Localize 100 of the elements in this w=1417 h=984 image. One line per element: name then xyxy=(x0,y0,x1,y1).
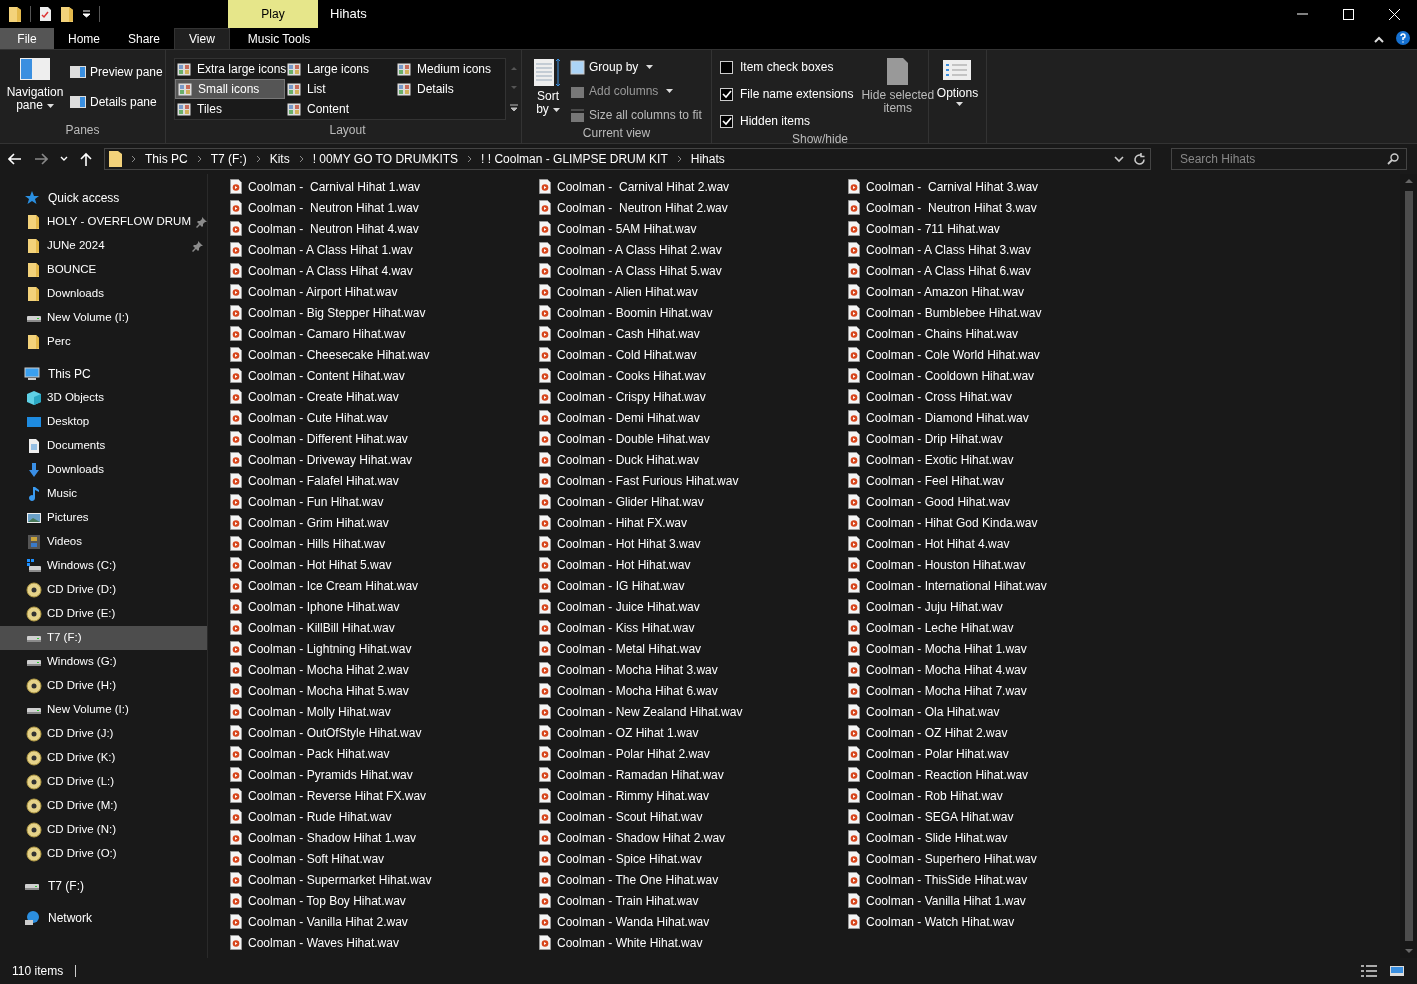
nav-section[interactable]: Quick access xyxy=(0,186,207,210)
file-item[interactable]: Coolman - Feel Hihat.wav xyxy=(848,470,1157,491)
nav-item[interactable]: Pictures xyxy=(0,506,207,530)
file-item[interactable]: Coolman - Cold Hihat.wav xyxy=(539,344,848,365)
file-item[interactable]: Coolman - Ola Hihat.wav xyxy=(848,701,1157,722)
file-item[interactable]: Coolman - OutOfStyle Hihat.wav xyxy=(230,722,539,743)
file-item[interactable]: Coolman - Chains Hihat.wav xyxy=(848,323,1157,344)
file-item[interactable]: Coolman - Carnival Hihat 2.wav xyxy=(539,176,848,197)
back-icon[interactable] xyxy=(8,153,22,165)
file-item[interactable]: Coolman - Mocha Hihat 4.wav xyxy=(848,659,1157,680)
ribbon-tab[interactable]: Home xyxy=(54,28,114,49)
file-item[interactable]: Coolman - Hihat FX.wav xyxy=(539,512,848,533)
sort-by-button[interactable]: Sort by xyxy=(534,58,562,124)
nav-item[interactable]: CD Drive (O:) xyxy=(0,842,207,866)
file-item[interactable]: Coolman - Mocha Hihat 5.wav xyxy=(230,680,539,701)
file-item[interactable]: Coolman - A Class Hihat 4.wav xyxy=(230,260,539,281)
navigation-pane-button[interactable]: Navigation pane xyxy=(0,58,70,121)
file-item[interactable]: Coolman - Boomin Hihat.wav xyxy=(539,302,848,323)
file-item[interactable]: Coolman - Vanilla Hihat 1.wav xyxy=(848,890,1157,911)
nav-item[interactable]: CD Drive (N:) xyxy=(0,818,207,842)
nav-item[interactable]: HOLY - OVERFLOW DRUM xyxy=(0,210,207,234)
breadcrumb[interactable]: T7 (F:) xyxy=(210,150,247,168)
file-item[interactable]: Coolman - Create Hihat.wav xyxy=(230,386,539,407)
file-item[interactable]: Coolman - Different Hihat.wav xyxy=(230,428,539,449)
layout-option[interactable]: Details xyxy=(395,79,505,99)
file-item[interactable]: Coolman - A Class Hihat 2.wav xyxy=(539,239,848,260)
customize-dropdown-icon[interactable] xyxy=(82,10,91,18)
checkbox[interactable] xyxy=(720,87,733,101)
nav-item[interactable]: Windows (G:) xyxy=(0,650,207,674)
file-item[interactable]: Coolman - Fast Furious Hihat.wav xyxy=(539,470,848,491)
nav-item[interactable]: CD Drive (J:) xyxy=(0,722,207,746)
checkbox[interactable] xyxy=(720,114,733,128)
breadcrumb[interactable]: Hihats xyxy=(690,150,725,168)
file-item[interactable]: Coolman - Neutron Hihat 3.wav xyxy=(848,197,1157,218)
nav-item[interactable]: CD Drive (M:) xyxy=(0,794,207,818)
file-item[interactable]: Coolman - International Hihat.wav xyxy=(848,575,1157,596)
layout-option[interactable]: Small icons xyxy=(175,79,285,99)
size-columns-button[interactable]: Size all columns to fit xyxy=(570,106,702,124)
file-item[interactable]: Coolman - Shadow Hihat 2.wav xyxy=(539,827,848,848)
file-item[interactable]: Coolman - 711 Hihat.wav xyxy=(848,218,1157,239)
address-bar[interactable]: This PC T7 (F:) Kits ! 00MY GO TO DRUMKITS ! ! Coolman - GLIMPSE DRUM KIT Hihats xyxy=(104,148,1151,170)
nav-item[interactable]: Windows (C:) xyxy=(0,554,207,578)
file-item[interactable]: Coolman - Hills Hihat.wav xyxy=(230,533,539,554)
layout-option[interactable]: Extra large icons xyxy=(175,59,285,79)
file-item[interactable]: Coolman - Demi Hihat.wav xyxy=(539,407,848,428)
file-item[interactable]: Coolman - Falafel Hihat.wav xyxy=(230,470,539,491)
large-icons-view-icon[interactable] xyxy=(1389,965,1405,977)
folder-icon[interactable] xyxy=(8,5,22,23)
file-item[interactable]: Coolman - Train Hihat.wav xyxy=(539,890,848,911)
file-item[interactable]: Coolman - ThisSide Hihat.wav xyxy=(848,869,1157,890)
breadcrumb[interactable]: This PC xyxy=(145,150,188,168)
file-item[interactable]: Coolman - Molly Hihat.wav xyxy=(230,701,539,722)
details-view-icon[interactable] xyxy=(1361,965,1377,977)
file-item[interactable]: Coolman - Hot Hihat 3.wav xyxy=(539,533,848,554)
file-item[interactable]: Coolman - Content Hihat.wav xyxy=(230,365,539,386)
file-item[interactable]: Coolman - Diamond Hihat.wav xyxy=(848,407,1157,428)
file-item[interactable]: Coolman - 5AM Hihat.wav xyxy=(539,218,848,239)
file-item[interactable]: Coolman - Big Stepper Hihat.wav xyxy=(230,302,539,323)
file-item[interactable]: Coolman - Driveway Hihat.wav xyxy=(230,449,539,470)
properties-icon[interactable] xyxy=(39,6,52,22)
file-item[interactable]: Coolman - Rob Hihat.wav xyxy=(848,785,1157,806)
nav-item[interactable]: CD Drive (D:) xyxy=(0,578,207,602)
file-item[interactable]: Coolman - Mocha Hihat 7.wav xyxy=(848,680,1157,701)
file-item[interactable]: Coolman - Double Hihat.wav xyxy=(539,428,848,449)
file-item[interactable]: Coolman - Wanda Hihat.wav xyxy=(539,911,848,932)
file-item[interactable]: Coolman - Cute Hihat.wav xyxy=(230,407,539,428)
file-item[interactable]: Coolman - Watch Hihat.wav xyxy=(848,911,1157,932)
file-item[interactable]: Coolman - Hot Hihat.wav xyxy=(539,554,848,575)
file-item[interactable]: Coolman - Fun Hihat.wav xyxy=(230,491,539,512)
file-item[interactable]: Coolman - Juju Hihat.wav xyxy=(848,596,1157,617)
file-item[interactable]: Coolman - Iphone Hihat.wav xyxy=(230,596,539,617)
file-item[interactable]: Coolman - The One Hihat.wav xyxy=(539,869,848,890)
nav-item[interactable]: CD Drive (E:) xyxy=(0,602,207,626)
file-item[interactable]: Coolman - Reaction Hihat.wav xyxy=(848,764,1157,785)
file-item[interactable]: Coolman - Cross Hihat.wav xyxy=(848,386,1157,407)
file-item[interactable]: Coolman - Grim Hihat.wav xyxy=(230,512,539,533)
file-item[interactable]: Coolman - Reverse Hihat FX.wav xyxy=(230,785,539,806)
file-item[interactable]: Coolman - Pyramids Hihat.wav xyxy=(230,764,539,785)
file-item[interactable]: Coolman - Alien Hihat.wav xyxy=(539,281,848,302)
search-field[interactable]: Search Hihats xyxy=(1171,148,1407,170)
nav-item[interactable]: Downloads xyxy=(0,458,207,482)
file-item[interactable]: Coolman - Houston Hihat.wav xyxy=(848,554,1157,575)
file-item[interactable]: Coolman - Mocha Hihat 3.wav xyxy=(539,659,848,680)
file-item[interactable]: Coolman - Hihat God Kinda.wav xyxy=(848,512,1157,533)
file-item[interactable]: Coolman - Mocha Hihat 2.wav xyxy=(230,659,539,680)
scroll-thumb[interactable] xyxy=(1404,191,1413,941)
file-item[interactable]: Coolman - Scout Hihat.wav xyxy=(539,806,848,827)
up-icon[interactable] xyxy=(80,152,92,166)
file-item[interactable]: Coolman - Crispy Hihat.wav xyxy=(539,386,848,407)
nav-section[interactable]: This PC xyxy=(0,362,207,386)
file-item[interactable]: Coolman - Top Boy Hihat.wav xyxy=(230,890,539,911)
file-item[interactable]: Coolman - Amazon Hihat.wav xyxy=(848,281,1157,302)
refresh-icon[interactable] xyxy=(1133,152,1146,166)
file-item[interactable]: Coolman - A Class Hihat 3.wav xyxy=(848,239,1157,260)
group-by-button[interactable]: Group by xyxy=(570,58,702,76)
file-item[interactable]: Coolman - Mocha Hihat 6.wav xyxy=(539,680,848,701)
file-item[interactable]: Coolman - Cole World Hihat.wav xyxy=(848,344,1157,365)
file-item[interactable]: Coolman - Soft Hihat.wav xyxy=(230,848,539,869)
preview-pane-button[interactable]: Preview pane xyxy=(70,63,163,81)
file-item[interactable]: Coolman - Lightning Hihat.wav xyxy=(230,638,539,659)
